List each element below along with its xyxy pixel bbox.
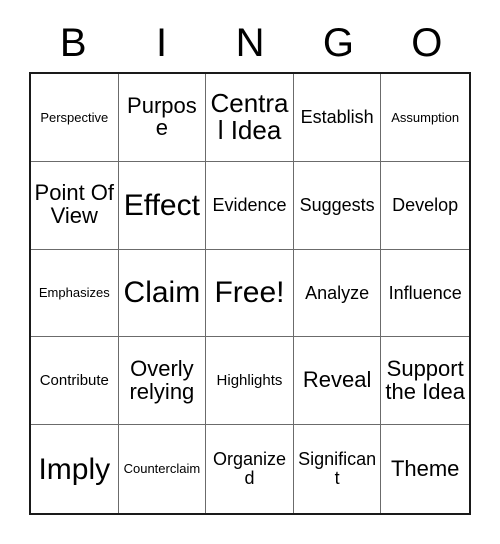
header-letter-n: N (235, 21, 265, 65)
bingo-cell[interactable]: Significant (293, 425, 382, 513)
header-letter-o: O (411, 21, 443, 65)
bingo-cell[interactable]: Evidence (206, 161, 294, 250)
bingo-cell-label: Central Idea (210, 88, 289, 146)
bingo-cell[interactable]: Effect (118, 161, 207, 250)
bingo-cell-label: Support the Idea (385, 355, 465, 404)
bingo-cell[interactable]: Develop (381, 161, 469, 250)
bingo-cell[interactable]: Overly relying (118, 337, 207, 426)
bingo-cell[interactable]: Organized (206, 425, 294, 513)
bingo-cell-label: Emphasizes (38, 285, 110, 301)
bingo-cell[interactable]: Theme (381, 425, 469, 513)
bingo-cell-label: Counterclaim (123, 461, 201, 477)
bingo-cell[interactable]: Assumption (381, 74, 469, 162)
bingo-cell-label: Overly relying (129, 355, 195, 404)
bingo-cell[interactable]: Purpose (118, 74, 207, 162)
bingo-cell-label: Purpose (127, 92, 197, 141)
bingo-cell[interactable]: Support the Idea (381, 337, 469, 426)
bingo-cell[interactable]: Perspective (31, 74, 119, 162)
header-letter-g: G (322, 21, 354, 65)
bingo-cell[interactable]: Highlights (206, 337, 294, 426)
bingo-cell[interactable]: Influence (381, 249, 469, 338)
bingo-cell-label: Theme (390, 455, 460, 481)
bingo-cell-label: Organized (212, 449, 287, 489)
bingo-cell[interactable]: Suggests (293, 161, 382, 250)
bingo-cell[interactable]: Counterclaim (118, 425, 207, 513)
header-letter-b: B (59, 21, 87, 65)
header-letter-i: I (156, 21, 168, 65)
bingo-cell-label: Evidence (212, 194, 287, 215)
bingo-cell-free[interactable]: Free! (206, 249, 294, 338)
bingo-cell[interactable]: Emphasizes (31, 249, 119, 338)
bingo-grid: Perspective Purpose Central Idea Establi… (29, 72, 471, 515)
bingo-cell-label: Contribute (39, 371, 109, 389)
bingo-cell[interactable]: Contribute (31, 337, 119, 426)
bingo-cell-label: Free! (214, 276, 285, 310)
bingo-cell-label: Analyze (305, 282, 370, 303)
bingo-cell-label: Suggests (299, 194, 375, 215)
bingo-cell[interactable]: Establish (293, 74, 382, 162)
bingo-cell-label: Assumption (391, 109, 460, 125)
bingo-cell-label: Reveal (302, 367, 372, 393)
bingo-card: B I N G O Perspective Purpose Central Id… (0, 0, 500, 544)
bingo-cell[interactable]: Analyze (293, 249, 382, 338)
bingo-cell-label: Influence (388, 282, 462, 303)
bingo-cell-label: Significant (298, 449, 377, 489)
bingo-cell[interactable]: Imply (31, 425, 119, 513)
bingo-cell-label: Point Of View (34, 180, 115, 229)
bingo-cell[interactable]: Claim (118, 249, 207, 338)
bingo-cell[interactable]: Reveal (293, 337, 382, 426)
bingo-cell-label: Effect (123, 188, 200, 222)
bingo-cell[interactable]: Central Idea (206, 74, 294, 162)
bingo-cell-label: Highlights (216, 371, 283, 389)
bingo-cell-label: Claim (123, 276, 201, 310)
bingo-header: B I N G O (29, 18, 471, 68)
bingo-cell-label: Imply (38, 452, 111, 486)
bingo-cell-label: Develop (392, 194, 459, 215)
bingo-cell-label: Perspective (40, 109, 109, 125)
bingo-cell[interactable]: Point Of View (31, 161, 119, 250)
bingo-cell-label: Establish (300, 107, 374, 128)
